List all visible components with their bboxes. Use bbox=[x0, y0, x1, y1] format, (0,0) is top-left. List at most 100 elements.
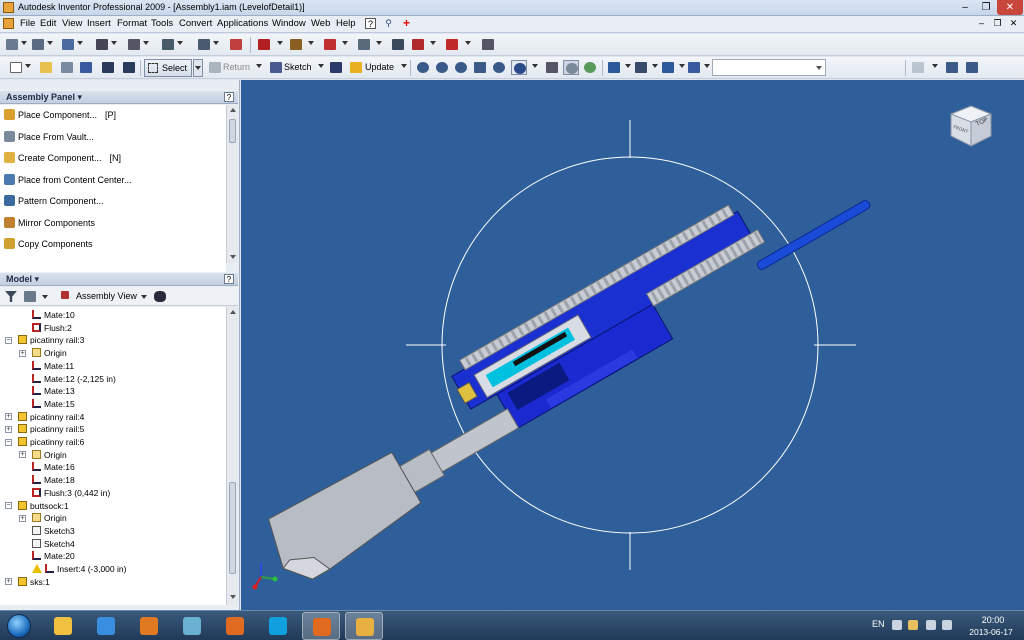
select-button[interactable]: Select bbox=[144, 59, 192, 77]
tree-node[interactable]: Flush:3 (0,442 in) bbox=[32, 487, 110, 499]
assembly-panel-header[interactable]: Assembly Panel ▾ ? bbox=[0, 90, 238, 104]
tree-node[interactable]: Origin bbox=[32, 512, 67, 524]
tray-network-icon[interactable] bbox=[892, 620, 902, 630]
tree-node[interactable]: picatinny rail:3 bbox=[18, 334, 84, 346]
taskbar-skype[interactable] bbox=[259, 612, 297, 640]
model-tree-scrollbar[interactable] bbox=[226, 307, 238, 605]
properties-icon[interactable] bbox=[910, 60, 926, 75]
sketch-tool-icon[interactable] bbox=[328, 60, 344, 75]
inventor-app-icon[interactable] bbox=[3, 2, 14, 13]
menu-window[interactable]: Window bbox=[272, 18, 306, 29]
pan-icon[interactable] bbox=[472, 60, 488, 75]
tree-node[interactable]: picatinny rail:6 bbox=[18, 436, 84, 448]
assembly-panel-title[interactable]: Assembly Panel ▾ bbox=[6, 92, 82, 103]
work-plane-icon[interactable] bbox=[390, 37, 406, 52]
start-button[interactable] bbox=[3, 612, 35, 640]
cmd-place-content-center[interactable]: Place from Content Center... bbox=[4, 174, 132, 190]
look-at-icon[interactable] bbox=[544, 60, 560, 75]
update-label[interactable]: Update bbox=[365, 62, 394, 72]
menu-insert[interactable]: Insert bbox=[87, 18, 111, 29]
taskbar-explorer[interactable] bbox=[44, 612, 82, 640]
menu-view[interactable]: View bbox=[62, 18, 82, 29]
section-view-icon[interactable] bbox=[228, 37, 244, 52]
taskbar-firefox[interactable] bbox=[216, 612, 254, 640]
tray-monitor-icon[interactable] bbox=[926, 620, 936, 630]
cmd-place-component[interactable]: Place Component... [P] bbox=[4, 109, 116, 125]
cmd-place-from-vault[interactable]: Place From Vault... bbox=[4, 131, 94, 147]
find-icon[interactable] bbox=[152, 289, 168, 304]
tree-node[interactable]: picatinny rail:4 bbox=[18, 411, 84, 423]
new-file-icon[interactable] bbox=[8, 60, 24, 75]
cmd-create-component[interactable]: Create Component... [N] bbox=[4, 152, 121, 168]
constraint-tool-icon[interactable] bbox=[94, 37, 110, 52]
ucs-tool-icon[interactable] bbox=[444, 37, 460, 52]
model-panel-header[interactable]: Model ▾ ? bbox=[0, 272, 238, 286]
tree-node[interactable]: Mate:15 bbox=[32, 398, 75, 410]
close-button[interactable]: ✕ bbox=[997, 0, 1023, 15]
help-icon[interactable]: ? bbox=[365, 18, 376, 29]
menu-format[interactable]: Format bbox=[117, 18, 147, 29]
tree-node[interactable]: sks:1 bbox=[18, 576, 50, 588]
design-view-icon[interactable] bbox=[686, 60, 702, 75]
display-style-icon[interactable] bbox=[633, 60, 649, 75]
clock-time[interactable]: 20:00 bbox=[968, 615, 1018, 625]
tree-expander[interactable]: − bbox=[5, 502, 12, 509]
zoom-window-icon[interactable] bbox=[434, 60, 450, 75]
tree-node[interactable]: Mate:11 bbox=[32, 360, 74, 372]
tree-expander[interactable]: + bbox=[5, 578, 12, 586]
language-indicator[interactable]: EN bbox=[872, 619, 885, 629]
tree-options-icon[interactable] bbox=[22, 289, 38, 304]
tray-flag-icon[interactable] bbox=[908, 620, 918, 630]
assembly-panel-help-icon[interactable]: ? bbox=[224, 92, 234, 102]
taskbar-notes[interactable] bbox=[173, 612, 211, 640]
menu-file[interactable]: File bbox=[20, 18, 35, 29]
parameters-icon[interactable] bbox=[480, 37, 496, 52]
cmd-mirror-components[interactable]: Mirror Components bbox=[4, 217, 95, 233]
subscription-icon[interactable]: ⚲ bbox=[383, 18, 394, 29]
tree-node[interactable]: Mate:10 bbox=[32, 309, 75, 321]
menu-applications[interactable]: Applications bbox=[217, 18, 268, 29]
graphics-viewport[interactable]: TOP FRONT bbox=[241, 80, 1024, 610]
menu-web[interactable]: Web bbox=[311, 18, 330, 29]
tree-node[interactable]: Mate:13 bbox=[32, 385, 75, 397]
menu-edit[interactable]: Edit bbox=[40, 18, 56, 29]
tree-node[interactable]: Flush:2 bbox=[32, 322, 72, 334]
grip-tool-icon[interactable] bbox=[322, 37, 338, 52]
tree-expander[interactable]: − bbox=[5, 438, 12, 446]
save-icon[interactable] bbox=[78, 60, 94, 75]
cmd-copy-components[interactable]: Copy Components bbox=[4, 238, 93, 254]
assembly-panel-scrollbar[interactable] bbox=[226, 105, 238, 263]
document-icon[interactable] bbox=[3, 18, 14, 29]
menu-tools[interactable]: Tools bbox=[151, 18, 173, 29]
shaded-display-icon[interactable] bbox=[563, 60, 579, 75]
tree-node[interactable]: buttsock:1 bbox=[18, 500, 69, 512]
move-component-icon[interactable] bbox=[160, 37, 176, 52]
doc-close-button[interactable]: ✕ bbox=[1008, 18, 1019, 29]
clock-date[interactable]: 2013-06-17 bbox=[962, 627, 1020, 637]
assembly-view-label[interactable]: Assembly View bbox=[76, 291, 137, 301]
select-dropdown[interactable] bbox=[193, 59, 203, 77]
create-component-tool-icon[interactable] bbox=[30, 37, 46, 52]
menu-help[interactable]: Help bbox=[336, 18, 356, 29]
filter-icon[interactable] bbox=[3, 289, 19, 304]
update-icon[interactable] bbox=[348, 60, 364, 75]
viewcube[interactable]: TOP FRONT bbox=[949, 104, 993, 148]
design-view-combo[interactable] bbox=[712, 59, 826, 76]
tray-volume-icon[interactable] bbox=[942, 620, 952, 630]
tree-node[interactable]: Mate:12 (-2,125 in) bbox=[32, 373, 116, 385]
model-panel-title[interactable]: Model ▾ bbox=[6, 274, 39, 285]
zoom-selected-icon[interactable] bbox=[491, 60, 507, 75]
tree-node[interactable]: Mate:18 bbox=[32, 474, 75, 486]
tree-node[interactable]: Origin bbox=[32, 449, 67, 461]
zoom-icon[interactable] bbox=[453, 60, 469, 75]
return-label[interactable]: Return bbox=[223, 62, 250, 72]
sketch-label[interactable]: Sketch bbox=[284, 62, 312, 72]
taskbar-firefox[interactable] bbox=[302, 612, 340, 640]
tree-node[interactable]: Sketch4 bbox=[32, 538, 75, 550]
work-point-icon[interactable] bbox=[410, 37, 426, 52]
taskbar-inventor[interactable] bbox=[345, 612, 383, 640]
replace-component-icon[interactable] bbox=[126, 37, 142, 52]
tree-node[interactable]: Mate:16 bbox=[32, 461, 75, 473]
menu-convert[interactable]: Convert bbox=[179, 18, 212, 29]
tree-expander[interactable]: − bbox=[5, 336, 12, 344]
